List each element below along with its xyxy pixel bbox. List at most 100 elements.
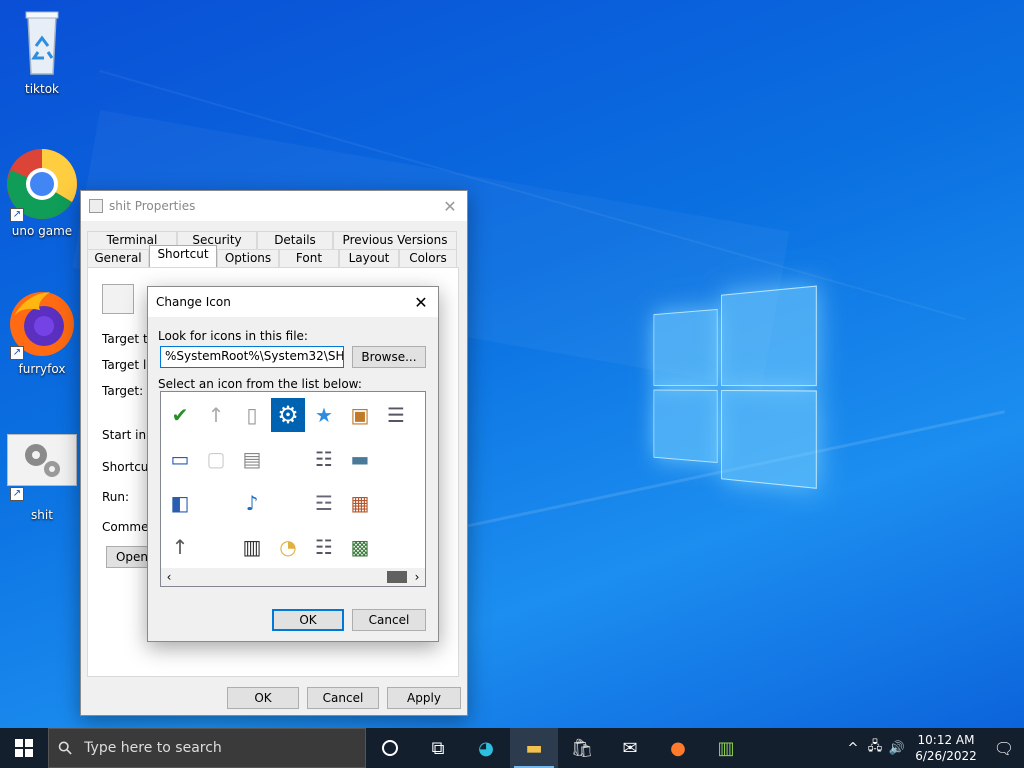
tab-general[interactable]: General	[87, 249, 149, 267]
tab-layout[interactable]: Layout	[339, 249, 399, 267]
scroll-left-icon[interactable]: ‹	[161, 570, 177, 584]
desktop: tiktok ↗ uno game ↗ furryfox ↗ shit shit…	[0, 0, 1024, 728]
cancel-button[interactable]: Cancel	[352, 609, 426, 631]
tab-previous-versions[interactable]: Previous Versions	[333, 231, 457, 249]
landscape-icon[interactable]: ▬	[345, 444, 375, 474]
picture-icon[interactable]: ▣	[345, 400, 375, 430]
photo-grid-icon[interactable]: ▩	[345, 532, 375, 562]
icon-list[interactable]: ✔ ↑ ▯ ⚙ ★ ▣ ☰ ▭ ▢ ▤ ☷ ▬ ◧ ♪ ☲ ▦ ↑ ▥ ◔ ☷ …	[160, 391, 426, 587]
list-view-icon[interactable]: ☷	[309, 444, 339, 474]
start-button[interactable]	[0, 728, 48, 768]
taskbar-store[interactable]: 🛍	[558, 728, 606, 768]
search-icon: ⚲	[53, 735, 78, 761]
cortana-button[interactable]	[366, 728, 414, 768]
close-icon[interactable]: ✕	[404, 287, 438, 317]
taskbar-mail[interactable]: ✉	[606, 728, 654, 768]
desktop-icon-label: tiktok	[25, 82, 59, 96]
tab-colors[interactable]: Colors	[399, 249, 457, 267]
firefox-icon: ●	[670, 737, 686, 759]
circle-icon	[382, 740, 398, 756]
task-view-button[interactable]: ⧉	[414, 728, 462, 768]
volume-icon[interactable]: 🔊	[886, 741, 908, 756]
star-icon[interactable]: ★	[309, 400, 339, 430]
edge-icon: ◕	[478, 737, 494, 759]
shortcut-gears-icon	[102, 284, 134, 314]
small-list-icon[interactable]: ☷	[309, 532, 339, 562]
system-tray: ^ 🖧 🔊 10:12 AM 6/26/2022 🗨	[842, 728, 1024, 768]
window-title: shit Properties	[109, 199, 196, 213]
shortcut-arrow-icon: ↗	[10, 346, 24, 360]
windows-icon	[15, 739, 33, 757]
file-label: Look for icons in this file:	[158, 329, 308, 343]
browse-button[interactable]: Browse...	[352, 346, 426, 368]
list-label: Select an icon from the list below:	[158, 377, 362, 391]
horizontal-scrollbar[interactable]: ‹ ›	[161, 568, 425, 586]
windows-wallpaper-logo	[653, 281, 818, 489]
window-app-icon	[89, 199, 103, 213]
up-arrow-icon[interactable]: ↑	[201, 400, 231, 430]
tab-details[interactable]: Details	[257, 231, 333, 249]
scroll-thumb[interactable]	[387, 571, 407, 583]
film-icon[interactable]: ▥	[237, 532, 267, 562]
icon-file-input[interactable]: %SystemRoot%\System32\SHELL32	[160, 346, 344, 368]
dialog-title: Change Icon	[156, 295, 231, 309]
tab-options[interactable]: Options	[217, 249, 279, 267]
sidebar-pane-icon[interactable]: ◧	[165, 488, 195, 518]
tab-row-2: General Shortcut Options Font Layout Col…	[87, 245, 457, 267]
ok-button[interactable]: OK	[272, 609, 344, 631]
details-view-icon[interactable]: ☰	[381, 400, 411, 430]
desktop-icon-label: uno game	[11, 224, 73, 238]
desktop-icon-tiktok[interactable]: tiktok	[2, 8, 82, 96]
network-icon[interactable]: 🖧	[864, 737, 886, 759]
clock-time: 10:12 AM	[917, 733, 975, 747]
up-arrow-dark-icon[interactable]: ↑	[165, 532, 195, 562]
clock-date: 6/26/2022	[915, 749, 977, 763]
close-icon[interactable]: ✕	[433, 191, 467, 221]
store-icon: 🛍	[570, 737, 594, 759]
field-label-run: Run:	[102, 490, 130, 504]
shortcut-arrow-icon: ↗	[10, 208, 24, 222]
field-label-start-in: Start in:	[102, 428, 151, 442]
desktop-icon-furryfox[interactable]: ↗ furryfox	[2, 286, 82, 376]
shortcut-arrow-icon: ↗	[10, 487, 24, 501]
task-view-icon: ⧉	[431, 737, 445, 759]
cancel-button[interactable]: Cancel	[307, 687, 379, 709]
tab-shortcut[interactable]: Shortcut	[149, 245, 217, 267]
change-icon-dialog: Change Icon ✕ Look for icons in this fil…	[147, 286, 439, 642]
gear-icon[interactable]: ⚙	[271, 398, 305, 432]
document-icon[interactable]: ▯	[237, 400, 267, 430]
apply-button[interactable]: Apply	[387, 687, 461, 709]
mail-icon: ✉	[622, 737, 638, 759]
desktop-icon-label: furryfox	[18, 362, 66, 376]
notification-icon[interactable]: 🗨	[984, 728, 1024, 768]
taskbar-file-explorer[interactable]: ▬	[510, 728, 558, 768]
field-label-target: Target:	[102, 384, 144, 398]
desktop-icon-label: shit	[31, 508, 53, 522]
taskbar-app[interactable]: ▥	[702, 728, 750, 768]
clock[interactable]: 10:12 AM 6/26/2022	[908, 732, 984, 764]
tab-row-1: Terminal Security Details Previous Versi…	[87, 231, 457, 249]
folder-clock-icon[interactable]: ◔	[273, 532, 303, 562]
desktop-icon-uno-game[interactable]: ↗ uno game	[2, 148, 82, 238]
scroll-track[interactable]	[177, 570, 409, 584]
image-document-icon[interactable]: ▤	[237, 444, 267, 474]
users-check-icon[interactable]: ✔	[165, 400, 195, 430]
dialog-titlebar[interactable]: Change Icon ✕	[148, 287, 438, 317]
desktop-icon-shit[interactable]: ↗ shit	[2, 434, 82, 522]
taskbar-edge[interactable]: ◕	[462, 728, 510, 768]
recycle-bin-icon	[25, 11, 59, 75]
titlebar[interactable]: shit Properties ✕	[81, 191, 467, 221]
gears-icon	[25, 444, 60, 477]
ok-button[interactable]: OK	[227, 687, 299, 709]
window-pane-icon[interactable]: ▭	[165, 444, 195, 474]
tiles-view-icon[interactable]: ☲	[309, 488, 339, 518]
pictures-grid-icon[interactable]: ▦	[345, 488, 375, 518]
taskbar-search-box[interactable]: ⚲ Type here to search	[48, 728, 366, 768]
tab-font[interactable]: Font	[279, 249, 339, 267]
scroll-right-icon[interactable]: ›	[409, 570, 425, 584]
music-note-icon[interactable]: ♪	[237, 488, 267, 518]
blank-folder-icon[interactable]: ▢	[201, 444, 231, 474]
chevron-up-icon[interactable]: ^	[842, 741, 864, 756]
taskbar: ⚲ Type here to search ⧉ ◕ ▬ 🛍 ✉ ● ▥ ^ 🖧 …	[0, 728, 1024, 768]
taskbar-firefox[interactable]: ●	[654, 728, 702, 768]
